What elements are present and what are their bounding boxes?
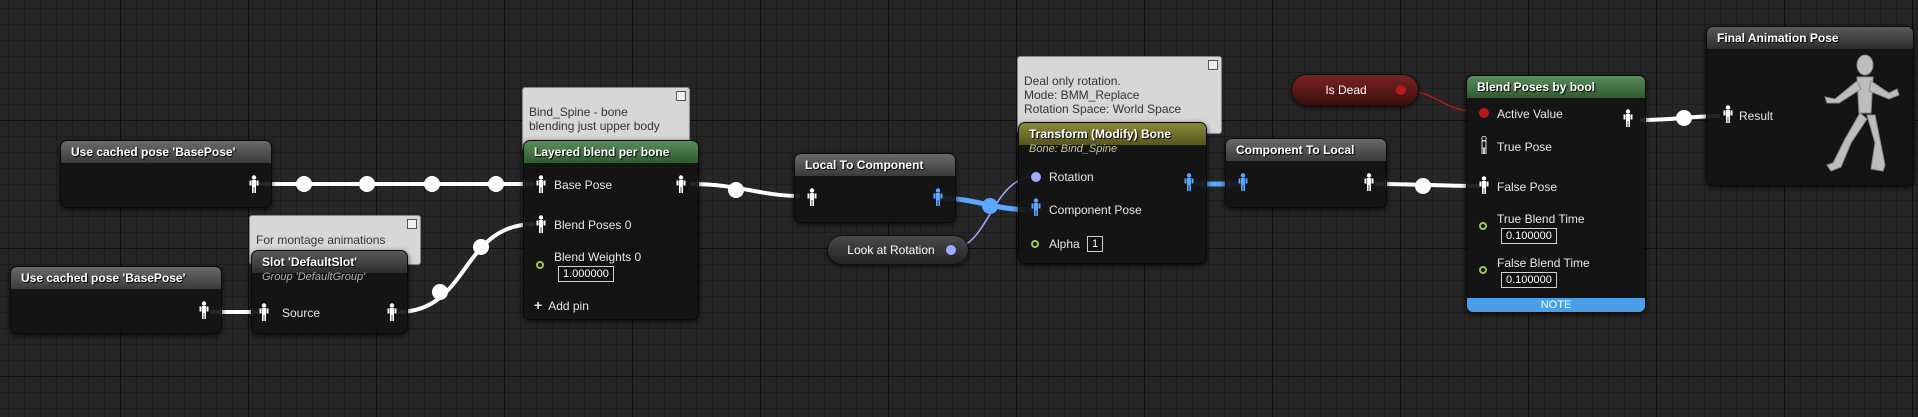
component-pose-input-pin-icon[interactable] xyxy=(1031,198,1041,216)
float-input-pin-icon[interactable] xyxy=(536,261,544,269)
node-title: Slot 'DefaultSlot' xyxy=(252,251,407,273)
node-subtitle: Group 'DefaultGroup' xyxy=(262,271,366,283)
pose-input-pin-icon[interactable] xyxy=(1723,105,1733,123)
rotator-input-pin-icon[interactable] xyxy=(1031,172,1041,182)
reroute-knot[interactable] xyxy=(1415,178,1431,194)
comment-pin-icon[interactable] xyxy=(407,219,417,229)
node-title: Local To Component xyxy=(795,154,955,176)
pose-output-pin-icon[interactable] xyxy=(1623,109,1633,127)
node-title: Is Dead xyxy=(1325,83,1367,97)
pose-input-pin-icon[interactable] xyxy=(1479,136,1489,154)
blend-weights-input[interactable]: 1.000000 xyxy=(558,266,614,282)
reroute-knot[interactable] xyxy=(359,176,375,192)
float-input-pin-icon[interactable] xyxy=(1479,222,1487,230)
final-animation-pose-node[interactable]: Final Animation Pose Result xyxy=(1706,26,1914,186)
reroute-knot[interactable] xyxy=(432,284,448,300)
pin-label-result: Result xyxy=(1739,109,1774,123)
cached-pose-node-bottom[interactable]: Use cached pose 'BasePose' xyxy=(10,266,222,334)
node-title: Look at Rotation xyxy=(847,243,935,257)
plus-icon: + xyxy=(534,297,543,313)
node-title: Component To Local xyxy=(1226,139,1386,161)
pin-label-false-blend-time: False Blend Time xyxy=(1497,256,1590,270)
true-blend-time-input[interactable]: 0.100000 xyxy=(1501,228,1557,244)
cached-pose-node-top[interactable]: Use cached pose 'BasePose' xyxy=(60,140,272,208)
pose-output-pin-icon[interactable] xyxy=(199,301,209,319)
reroute-knot[interactable] xyxy=(488,176,504,192)
alpha-input[interactable]: 1 xyxy=(1087,236,1104,252)
pin-label-true-blend-time: True Blend Time xyxy=(1497,212,1585,226)
component-pose-output-pin-icon[interactable] xyxy=(1184,173,1194,191)
pin-label-false-pose: False Pose xyxy=(1497,180,1558,194)
node-title: Final Animation Pose xyxy=(1707,27,1913,49)
component-pose-input-pin-icon[interactable] xyxy=(1238,173,1248,191)
blend-poses-by-bool-node[interactable]: Blend Poses by bool Active Value True Po… xyxy=(1466,75,1646,313)
wire-layered-to-local xyxy=(689,182,801,198)
look-at-rotation-node[interactable]: Look at Rotation xyxy=(827,235,969,265)
reroute-knot[interactable] xyxy=(728,182,744,198)
layered-blend-node[interactable]: Layered blend per bone Base Pose Blend P… xyxy=(523,140,699,320)
component-to-local-node[interactable]: Component To Local xyxy=(1225,138,1387,208)
bool-output-pin-icon[interactable] xyxy=(1396,85,1406,95)
local-to-component-node[interactable]: Local To Component xyxy=(794,153,956,223)
rotator-output-pin-icon[interactable] xyxy=(946,245,956,255)
pose-input-pin-icon[interactable] xyxy=(807,188,817,206)
slot-node[interactable]: Slot 'DefaultSlot' Group 'DefaultGroup' … xyxy=(251,250,408,334)
pin-label-source: Source xyxy=(282,306,321,320)
pose-input-pin-icon[interactable] xyxy=(259,303,269,321)
pin-label-blend-weights: Blend Weights 0 xyxy=(554,250,642,264)
component-pose-output-pin-icon[interactable] xyxy=(933,188,943,206)
false-blend-time-input[interactable]: 0.100000 xyxy=(1501,272,1557,288)
node-title: Transform (Modify) Bone xyxy=(1019,123,1206,145)
pin-label-blend-poses: Blend Poses 0 xyxy=(554,218,632,232)
add-pin-button[interactable]: + Add pin xyxy=(534,297,589,313)
comment-text: Deal only rotation. Mode: BMM_Replace Ro… xyxy=(1024,74,1182,116)
pose-input-pin-icon[interactable] xyxy=(536,215,546,233)
is-dead-node[interactable]: Is Dead xyxy=(1291,74,1419,106)
node-subtitle: Bone: Bind_Spine xyxy=(1029,143,1118,155)
bool-input-pin-icon[interactable] xyxy=(1479,108,1489,118)
mannequin-running-icon xyxy=(1805,53,1905,182)
add-pin-label: Add pin xyxy=(548,299,589,313)
node-title: Blend Poses by bool xyxy=(1467,76,1645,98)
reroute-knot[interactable] xyxy=(296,176,312,192)
reroute-knot[interactable] xyxy=(473,239,489,255)
reroute-knot[interactable] xyxy=(1676,110,1692,126)
transform-modify-bone-node[interactable]: Transform (Modify) Bone Bone: Bind_Spine… xyxy=(1018,122,1207,264)
reroute-knot[interactable] xyxy=(424,176,440,192)
comment-text: Bind_Spine - bone blending just upper bo… xyxy=(529,105,660,133)
pose-input-pin-icon[interactable] xyxy=(1479,176,1489,194)
alpha-input-pin-icon[interactable] xyxy=(1031,240,1039,248)
anim-graph-canvas[interactable]: Use cached pose 'BasePose' Use cached po… xyxy=(0,0,1918,417)
pin-label-base-pose: Base Pose xyxy=(554,178,613,192)
pin-label-component-pose: Component Pose xyxy=(1049,203,1142,217)
node-title: Layered blend per bone xyxy=(524,141,698,163)
reroute-knot[interactable] xyxy=(982,198,998,214)
pose-output-pin-icon[interactable] xyxy=(249,175,259,193)
comment-pin-icon[interactable] xyxy=(1208,60,1218,70)
pin-label-active-value: Active Value xyxy=(1497,107,1563,121)
comment-text: For montage animations xyxy=(256,233,386,247)
pin-label-rotation: Rotation xyxy=(1049,170,1094,184)
pin-label-true-pose: True Pose xyxy=(1497,140,1552,154)
pose-input-pin-icon[interactable] xyxy=(536,175,546,193)
node-title: Use cached pose 'BasePose' xyxy=(61,141,271,163)
node-title: Use cached pose 'BasePose' xyxy=(11,267,221,289)
note-bar[interactable]: NOTE xyxy=(1467,298,1645,312)
pin-label-alpha: Alpha xyxy=(1049,237,1080,251)
pose-output-pin-icon[interactable] xyxy=(676,175,686,193)
pose-output-pin-icon[interactable] xyxy=(1364,173,1374,191)
float-input-pin-icon[interactable] xyxy=(1479,266,1487,274)
comment-pin-icon[interactable] xyxy=(676,91,686,101)
pose-output-pin-icon[interactable] xyxy=(387,303,397,321)
